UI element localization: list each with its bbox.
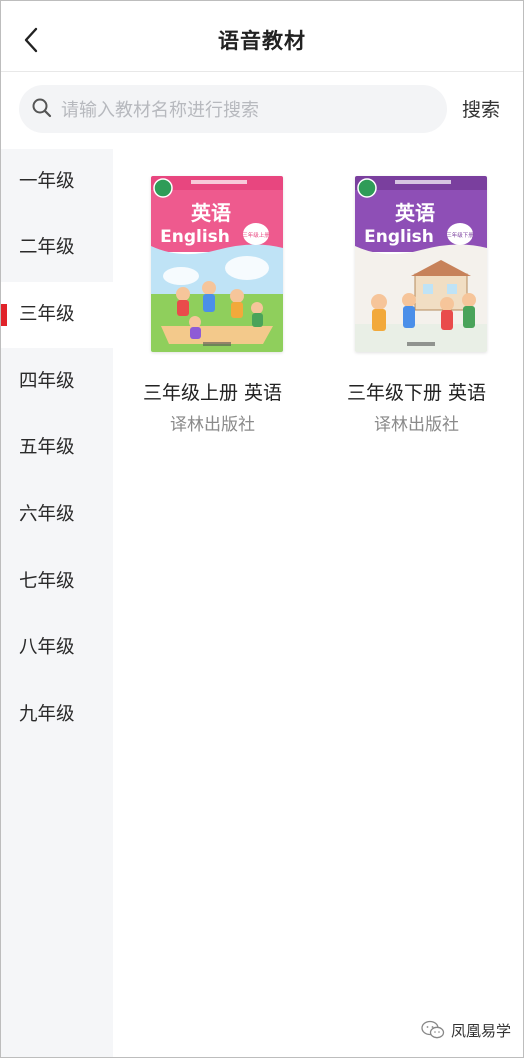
sidebar-item-grade-6[interactable]: 六年级 — [1, 482, 113, 548]
cover-grade-badge: 三年级上册 — [242, 231, 270, 239]
sidebar-item-grade-5[interactable]: 五年级 — [1, 415, 113, 481]
search-box[interactable] — [19, 85, 447, 133]
book-cover-art: 英语 English 三年级上册 — [151, 176, 283, 352]
sidebar-item-label: 五年级 — [19, 437, 75, 458]
cover-title-en: English — [160, 227, 230, 247]
back-button[interactable] — [19, 25, 45, 55]
sidebar-item-grade-1[interactable]: 一年级 — [1, 149, 113, 215]
sidebar-item-grade-8[interactable]: 八年级 — [1, 615, 113, 681]
watermark: 凤凰易学 — [421, 1017, 511, 1043]
book-title: 三年级下册 英语 — [346, 382, 487, 404]
sidebar-item-grade-2[interactable]: 二年级 — [1, 215, 113, 281]
sidebar-item-label: 四年级 — [19, 371, 75, 392]
cover-title-en: English — [364, 227, 434, 247]
sidebar-item-grade-9[interactable]: 九年级 — [1, 682, 113, 748]
book-title: 三年级上册 英语 — [142, 382, 283, 404]
grade-sidebar: 一年级 二年级 三年级 四年级 五年级 六年级 七年级 八年级 九年级 — [1, 149, 113, 1057]
sidebar-item-grade-7[interactable]: 七年级 — [1, 549, 113, 615]
cover-title-cn: 英语 — [395, 201, 435, 225]
watermark-text: 凤凰易学 — [450, 1021, 511, 1040]
sidebar-item-label: 七年级 — [19, 571, 75, 592]
wechat-icon — [421, 1020, 445, 1039]
book-publisher: 译林出版社 — [170, 415, 255, 435]
book-cover-art: 英语 English 三年级下册 — [355, 176, 487, 352]
sidebar-item-label: 六年级 — [19, 504, 75, 525]
book-publisher: 译林出版社 — [374, 415, 459, 435]
active-indicator — [1, 304, 7, 326]
app-screen: 语音教材 搜索 一年级 二年级 三年级 四年级 五年级 六年级 七年级 八年级 … — [0, 0, 524, 1058]
chevron-left-icon — [24, 27, 38, 53]
sidebar-item-grade-4[interactable]: 四年级 — [1, 349, 113, 415]
book-cover[interactable]: 英语 English 三年级上册 — [151, 176, 283, 352]
search-input[interactable] — [59, 91, 433, 129]
search-button[interactable]: 搜索 — [453, 85, 509, 133]
sidebar-item-label: 二年级 — [19, 237, 75, 258]
top-bar: 语音教材 — [1, 1, 523, 72]
search-icon — [32, 98, 52, 118]
sidebar-item-grade-3[interactable]: 三年级 — [1, 282, 113, 348]
sidebar-item-label: 八年级 — [19, 637, 75, 658]
page-title: 语音教材 — [218, 29, 306, 53]
cover-title-cn: 英语 — [191, 201, 231, 225]
sidebar-item-label: 三年级 — [19, 304, 75, 325]
sidebar-item-label: 一年级 — [19, 171, 75, 192]
sidebar-item-label: 九年级 — [19, 704, 75, 725]
book-cover[interactable]: 英语 English 三年级下册 — [355, 176, 487, 352]
cover-grade-badge: 三年级下册 — [446, 231, 474, 239]
